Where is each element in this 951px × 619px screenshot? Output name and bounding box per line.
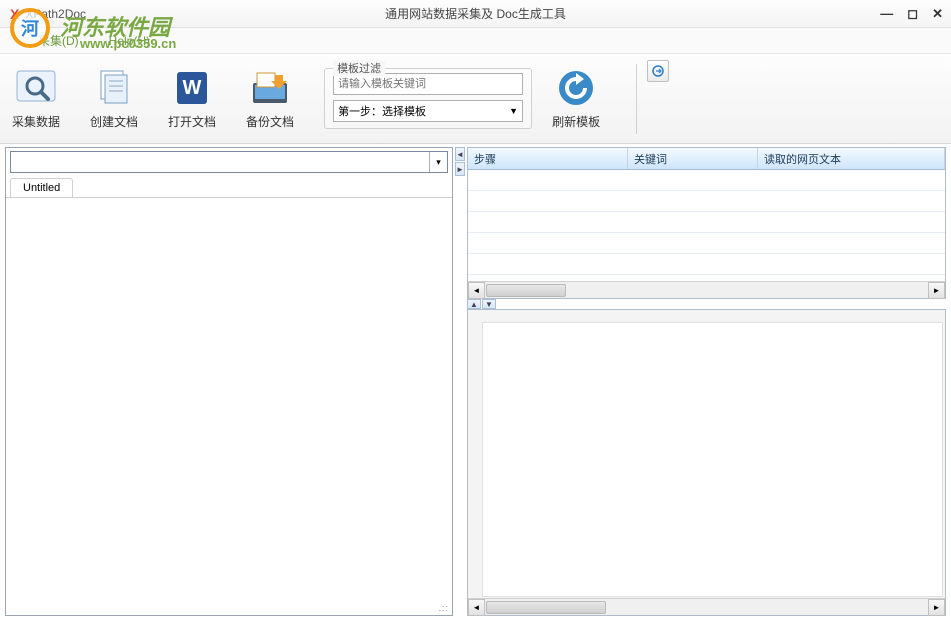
col-keyword[interactable]: 关键词 [628,148,758,169]
menu-bar: 采集(D) Help(H) [0,28,951,54]
table-row[interactable] [468,254,945,275]
url-input[interactable] [11,155,429,169]
table-row[interactable] [468,170,945,191]
vertical-splitter[interactable]: ◄ ► [455,144,465,619]
splitter-left-button[interactable]: ◄ [455,147,465,161]
template-filter-group: 模板过滤 第一步：选择模板 ▼ [324,68,532,129]
backup-icon [249,67,291,109]
splitter-down-button[interactable]: ▼ [482,299,496,309]
table-row[interactable] [468,233,945,254]
grid-header: 步骤 关键词 读取的网页文本 [468,148,945,170]
grid-scrollbar[interactable]: ◄ ► [468,281,945,298]
preview-panel: ◄ ► [467,309,946,616]
template-keyword-input[interactable] [333,73,523,95]
url-combo[interactable]: ▾ [10,151,448,173]
scroll-left-button[interactable]: ◄ [468,282,485,299]
splitter-right-button[interactable]: ► [455,162,465,176]
left-panel: ▾ Untitled .:: [5,147,453,616]
create-doc-label: 创建文档 [90,113,138,130]
app-name: XPath2Doc [25,7,86,21]
template-select-text: 第一步：选择模板 [338,103,426,119]
scroll-left-button[interactable]: ◄ [468,599,485,616]
refresh-template-button[interactable]: 刷新模板 [552,67,600,130]
expand-toolbar-button[interactable] [647,60,669,82]
chevron-down-icon: ▼ [509,106,518,116]
tab-untitled[interactable]: Untitled [10,178,73,197]
refresh-template-label: 刷新模板 [552,113,600,130]
menu-help[interactable]: Help(H) [109,34,150,48]
backup-doc-button[interactable]: 备份文档 [246,67,294,130]
magnifier-icon [15,67,57,109]
minimize-button[interactable]: — [880,6,893,22]
create-doc-button[interactable]: 创建文档 [90,67,138,130]
preview-content [482,322,943,597]
documents-icon [93,67,135,109]
close-button[interactable]: ✕ [932,6,943,22]
table-row[interactable] [468,212,945,233]
scroll-right-button[interactable]: ► [928,599,945,616]
scroll-thumb[interactable] [486,284,566,297]
right-panel: 步骤 关键词 读取的网页文本 ◄ ► ▲ ▼ [467,147,946,616]
col-step[interactable]: 步骤 [468,148,628,169]
svg-text:W: W [183,77,202,99]
app-x-icon: X [10,6,19,22]
scroll-right-button[interactable]: ► [928,282,945,299]
col-webtext[interactable]: 读取的网页文本 [758,148,945,169]
title-bar: X XPath2Doc 通用网站数据采集及 Doc生成工具 — ◻ ✕ [0,0,951,28]
chevron-down-icon[interactable]: ▾ [429,152,447,172]
scroll-thumb[interactable] [486,601,606,614]
open-doc-button[interactable]: W 打开文档 [168,67,216,130]
backup-doc-label: 备份文档 [246,113,294,130]
main-area: ▾ Untitled .:: ◄ ► 步骤 关键词 读取的网页文本 [0,144,951,619]
template-select[interactable]: 第一步：选择模板 ▼ [333,100,523,122]
preview-scrollbar[interactable]: ◄ ► [468,598,945,615]
steps-grid: 步骤 关键词 读取的网页文本 ◄ ► [467,147,946,299]
word-icon: W [171,67,213,109]
resize-grip[interactable]: .:: [438,603,449,613]
browser-content [6,198,452,615]
refresh-icon [555,67,597,109]
splitter-up-button[interactable]: ▲ [467,299,481,309]
browser-tabs: Untitled [6,178,452,198]
collect-data-button[interactable]: 采集数据 [12,67,60,130]
filter-legend: 模板过滤 [333,60,385,76]
grid-body [468,170,945,281]
maximize-button[interactable]: ◻ [907,6,918,22]
open-doc-label: 打开文档 [168,113,216,130]
horizontal-splitter[interactable]: ▲ ▼ [467,299,946,309]
collect-data-label: 采集数据 [12,113,60,130]
toolbar: 采集数据 创建文档 W 打开文档 备份文档 模板过滤 第一步：选择模板 ▼ 刷新… [0,54,951,144]
window-title: 通用网站数据采集及 Doc生成工具 [385,5,566,22]
menu-collect[interactable]: 采集(D) [38,32,79,49]
table-row[interactable] [468,191,945,212]
